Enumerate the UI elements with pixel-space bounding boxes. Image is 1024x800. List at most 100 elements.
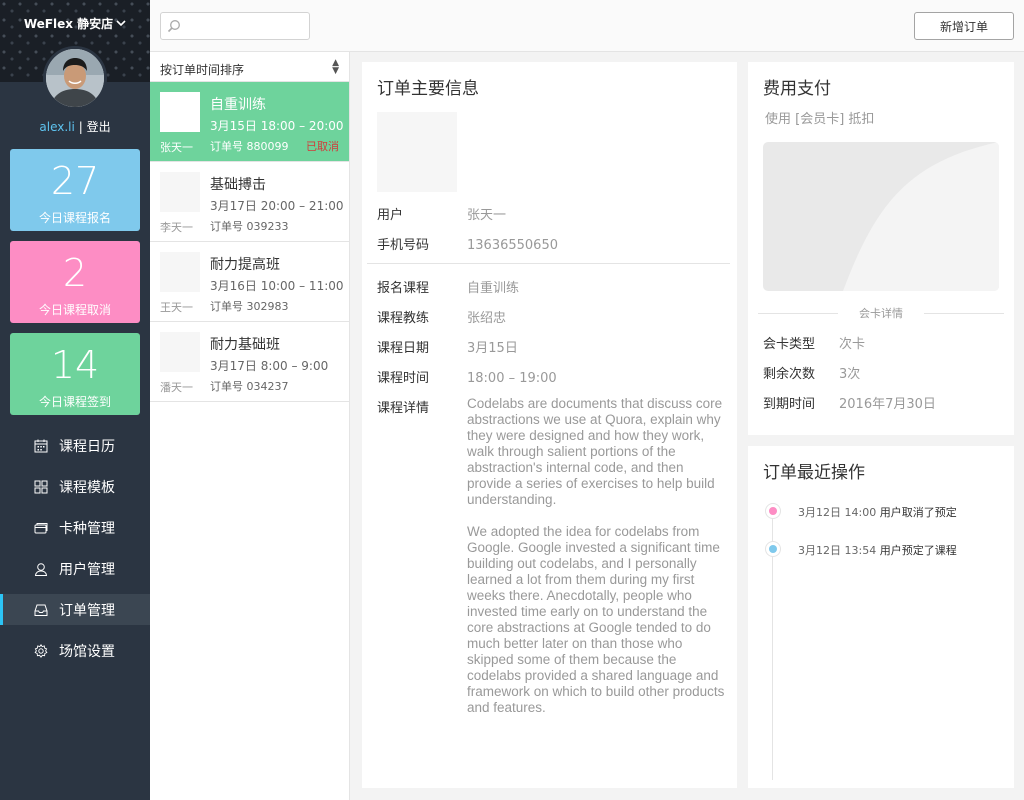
payment-label: 剩余次数 (763, 367, 816, 382)
info-value: 3月15日 (467, 341, 518, 356)
order-item[interactable]: 张天一 自重训练 3月15日 18:00 – 20:00 订单号 880099 … (150, 82, 349, 162)
recent-operations-panel: 订单最近操作 3月12日 14:00 用户取消了预定 3月12日 13:54 用… (748, 446, 1014, 788)
user-photo (377, 112, 457, 192)
timeline-entry: 3月12日 13:54 用户预定了课程 (798, 542, 957, 558)
sidebar-item-card-types[interactable]: 卡种管理 (0, 512, 150, 543)
course-thumbnail (160, 172, 200, 212)
store-name: WeFlex 静安店 (23, 17, 114, 31)
order-time: 3月15日 18:00 – 20:00 (210, 119, 344, 133)
sidebar-item-label: 课程日历 (59, 438, 115, 455)
sort-select[interactable]: 按订单时间排序 ▲ ▼ (150, 52, 349, 82)
sort-arrows-icon: ▲ ▼ (332, 58, 339, 76)
payment-row-expiry: 到期时间 2016年7月30日 (763, 393, 936, 412)
timeline-time: 3月12日 14:00 (798, 506, 877, 519)
sidebar-item-label: 课程模板 (59, 479, 115, 496)
sidebar-item-label: 场馆设置 (59, 643, 115, 660)
top-bar: 新增订单 (150, 0, 1024, 52)
info-label: 课程时间 (377, 371, 430, 386)
detail-paragraph: We adopted the idea for codelabs from Go… (467, 524, 725, 715)
order-time: 3月17日 8:00 – 9:00 (210, 359, 329, 373)
search-box[interactable] (160, 12, 310, 40)
payment-row-type: 会卡类型 次卡 (763, 333, 865, 352)
info-row-date: 课程日期 3月15日 (377, 337, 518, 356)
stat-today-checkins[interactable]: 14 今日课程签到 (10, 333, 140, 415)
info-row-coach: 课程教练 张绍忠 (377, 307, 506, 326)
stat-today-signups[interactable]: 27 今日课程报名 (10, 149, 140, 231)
info-value: 自重训练 (467, 281, 520, 296)
timeline-text: 用户预定了课程 (879, 544, 957, 557)
stat-label: 今日课程取消 (38, 303, 111, 317)
order-list: 按订单时间排序 ▲ ▼ 张天一 自重训练 3月15日 18:00 – 20:00 … (150, 52, 350, 800)
panel-title: 费用支付 (763, 79, 831, 99)
timeline-time: 3月12日 13:54 (798, 544, 877, 557)
stat-label: 今日课程签到 (38, 395, 111, 409)
user-icon (34, 562, 48, 576)
info-row-user: 用户 张天一 (377, 204, 506, 223)
username-link[interactable]: alex.li (39, 120, 74, 134)
order-number: 订单号 034237 (210, 380, 289, 393)
order-title: 自重训练 (210, 97, 266, 113)
sidebar-item-label: 订单管理 (59, 602, 115, 619)
timeline-entry: 3月12日 14:00 用户取消了预定 (798, 504, 957, 520)
order-item[interactable]: 李天一 基础搏击 3月17日 20:00 – 21:00 订单号 039233 (150, 162, 349, 242)
payment-row-remaining: 剩余次数 3次 (763, 363, 860, 382)
course-thumbnail (160, 252, 200, 292)
stat-value: 27 (50, 159, 100, 203)
calendar-icon (34, 439, 48, 452)
info-value: 18:00 – 19:00 (467, 371, 557, 386)
sidebar-item-label: 卡种管理 (59, 520, 115, 537)
panel-title: 订单主要信息 (377, 79, 479, 99)
inbox-icon (34, 604, 48, 616)
sidebar-item-label: 用户管理 (59, 561, 115, 578)
payment-value: 2016年7月30日 (839, 397, 936, 412)
order-title: 耐力提高班 (210, 257, 280, 273)
sidebar-item-users[interactable]: 用户管理 (0, 553, 150, 584)
payment-label: 会卡类型 (763, 337, 816, 352)
info-label: 课程详情 (377, 401, 430, 416)
stat-label: 今日课程报名 (38, 211, 111, 225)
info-label: 用户 (377, 208, 404, 223)
info-row-phone: 手机号码 13636550650 (377, 234, 558, 253)
store-switcher[interactable]: WeFlex 静安店 (0, 15, 150, 32)
order-user: 王天一 (160, 301, 193, 314)
new-order-button[interactable]: 新增订单 (914, 12, 1014, 40)
user-line: alex.li | 登出 (0, 118, 150, 135)
course-thumbnail (160, 92, 200, 132)
payment-value: 3次 (839, 367, 861, 382)
avatar[interactable] (43, 46, 107, 110)
stat-today-cancellations[interactable]: 2 今日课程取消 (10, 241, 140, 323)
info-row-course: 报名课程 自重训练 (377, 277, 519, 296)
search-icon (167, 20, 180, 33)
order-title: 耐力基础班 (210, 337, 280, 353)
grid-icon (34, 480, 48, 493)
info-value: 张绍忠 (467, 311, 507, 326)
stat-value: 2 (62, 251, 88, 295)
order-item[interactable]: 王天一 耐力提高班 3月16日 10:00 – 11:00 订单号 302983 (150, 242, 349, 322)
course-thumbnail (160, 332, 200, 372)
sidebar-item-course-templates[interactable]: 课程模板 (0, 471, 150, 502)
logout-link[interactable]: 登出 (87, 120, 111, 134)
sidebar-item-orders[interactable]: 订单管理 (0, 594, 150, 625)
order-number: 订单号 039233 (210, 220, 289, 233)
payment-value: 次卡 (839, 337, 866, 352)
sidebar-item-course-calendar[interactable]: 课程日历 (0, 430, 150, 461)
panel-title: 订单最近操作 (763, 463, 865, 483)
order-number: 订单号 880099 (210, 140, 289, 153)
payment-label: 到期时间 (763, 397, 816, 412)
timeline-text: 用户取消了预定 (879, 506, 957, 519)
course-detail-text: Codelabs are documents that discuss core… (467, 396, 729, 732)
order-main-info-panel: 订单主要信息 用户 张天一 手机号码 13636550650 报名课程 自重训练 课程… (362, 62, 737, 788)
card-icon (34, 522, 48, 533)
order-user: 潘天一 (160, 381, 193, 394)
search-input[interactable] (185, 16, 303, 36)
membership-card-image (763, 142, 999, 291)
card-details-separator: 会卡详情 (758, 305, 1004, 321)
sidebar-item-venue-settings[interactable]: 场馆设置 (0, 635, 150, 666)
timeline-dot (765, 503, 781, 519)
gear-icon (34, 643, 48, 658)
user-separator: | (78, 120, 83, 134)
order-item[interactable]: 潘天一 耐力基础班 3月17日 8:00 – 9:00 订单号 034237 (150, 322, 349, 402)
info-value: 13636550650 (467, 238, 558, 253)
chevron-down-icon (116, 19, 126, 30)
detail-paragraph: Codelabs are documents that discuss core… (467, 396, 723, 507)
